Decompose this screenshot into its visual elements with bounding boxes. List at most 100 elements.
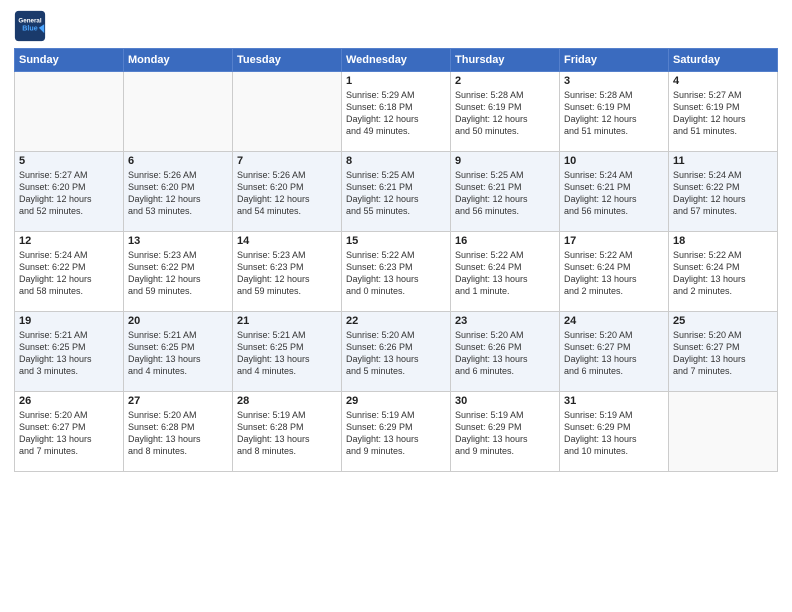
day-number: 20 (128, 315, 228, 327)
day-info: Sunrise: 5:22 AM Sunset: 6:24 PM Dayligh… (564, 249, 664, 298)
calendar-cell: 11Sunrise: 5:24 AM Sunset: 6:22 PM Dayli… (669, 152, 778, 232)
calendar-cell (15, 72, 124, 152)
day-info: Sunrise: 5:27 AM Sunset: 6:19 PM Dayligh… (673, 89, 773, 138)
svg-text:Blue: Blue (22, 24, 37, 32)
day-number: 7 (237, 155, 337, 167)
calendar-header: SundayMondayTuesdayWednesdayThursdayFrid… (15, 49, 778, 72)
day-info: Sunrise: 5:23 AM Sunset: 6:22 PM Dayligh… (128, 249, 228, 298)
day-info: Sunrise: 5:22 AM Sunset: 6:24 PM Dayligh… (455, 249, 555, 298)
day-info: Sunrise: 5:20 AM Sunset: 6:27 PM Dayligh… (19, 409, 119, 458)
calendar-cell: 19Sunrise: 5:21 AM Sunset: 6:25 PM Dayli… (15, 312, 124, 392)
day-number: 1 (346, 75, 446, 87)
day-info: Sunrise: 5:23 AM Sunset: 6:23 PM Dayligh… (237, 249, 337, 298)
weekday-header-tuesday: Tuesday (233, 49, 342, 72)
calendar-week-1: 1 Sunrise: 5:29 AM Sunset: 6:18 PM Daylig… (15, 72, 778, 152)
day-info: Sunrise: 5:22 AM Sunset: 6:23 PM Dayligh… (346, 249, 446, 298)
calendar-table: SundayMondayTuesdayWednesdayThursdayFrid… (14, 48, 778, 472)
day-number: 24 (564, 315, 664, 327)
calendar-cell: 24 Sunrise: 5:20 AM Sunset: 6:27 PM Dayli… (560, 312, 669, 392)
day-number: 4 (673, 75, 773, 87)
day-info: Sunrise: 5:24 AM Sunset: 6:21 PM Dayligh… (564, 169, 664, 218)
calendar-cell: 15 Sunrise: 5:22 AM Sunset: 6:23 PM Dayli… (342, 232, 451, 312)
weekday-header-friday: Friday (560, 49, 669, 72)
calendar-cell: 2 Sunrise: 5:28 AM Sunset: 6:19 PM Daylig… (451, 72, 560, 152)
calendar-cell: 17 Sunrise: 5:22 AM Sunset: 6:24 PM Dayli… (560, 232, 669, 312)
calendar-cell: 7 Sunrise: 5:26 AM Sunset: 6:20 PM Daylig… (233, 152, 342, 232)
day-info: Sunrise: 5:19 AM Sunset: 6:29 PM Dayligh… (455, 409, 555, 458)
calendar-cell: 27Sunrise: 5:20 AM Sunset: 6:28 PM Dayli… (124, 392, 233, 472)
day-number: 5 (19, 155, 119, 167)
day-number: 17 (564, 235, 664, 247)
day-number: 31 (564, 395, 664, 407)
day-number: 13 (128, 235, 228, 247)
day-number: 18 (673, 235, 773, 247)
day-number: 8 (346, 155, 446, 167)
day-info: Sunrise: 5:29 AM Sunset: 6:18 PM Dayligh… (346, 89, 446, 138)
calendar-cell: 6 Sunrise: 5:26 AM Sunset: 6:20 PM Daylig… (124, 152, 233, 232)
day-info: Sunrise: 5:28 AM Sunset: 6:19 PM Dayligh… (564, 89, 664, 138)
day-number: 25 (673, 315, 773, 327)
day-number: 6 (128, 155, 228, 167)
calendar-cell: 21 Sunrise: 5:21 AM Sunset: 6:25 PM Dayli… (233, 312, 342, 392)
header: General Blue (14, 10, 778, 42)
weekday-header-saturday: Saturday (669, 49, 778, 72)
day-number: 21 (237, 315, 337, 327)
calendar-cell: 5 Sunrise: 5:27 AM Sunset: 6:20 PM Daylig… (15, 152, 124, 232)
day-number: 22 (346, 315, 446, 327)
calendar-cell: 12 Sunrise: 5:24 AM Sunset: 6:22 PM Dayli… (15, 232, 124, 312)
weekday-header-monday: Monday (124, 49, 233, 72)
logo-icon: General Blue (14, 10, 46, 42)
calendar-week-3: 12 Sunrise: 5:24 AM Sunset: 6:22 PM Dayli… (15, 232, 778, 312)
day-info: Sunrise: 5:19 AM Sunset: 6:28 PM Dayligh… (237, 409, 337, 458)
day-number: 29 (346, 395, 446, 407)
day-number: 10 (564, 155, 664, 167)
calendar-week-4: 19Sunrise: 5:21 AM Sunset: 6:25 PM Dayli… (15, 312, 778, 392)
calendar-cell: 31 Sunrise: 5:19 AM Sunset: 6:29 PM Dayli… (560, 392, 669, 472)
calendar-week-5: 26 Sunrise: 5:20 AM Sunset: 6:27 PM Dayli… (15, 392, 778, 472)
day-info: Sunrise: 5:21 AM Sunset: 6:25 PM Dayligh… (237, 329, 337, 378)
calendar-cell: 14Sunrise: 5:23 AM Sunset: 6:23 PM Dayli… (233, 232, 342, 312)
calendar-cell: 10 Sunrise: 5:24 AM Sunset: 6:21 PM Dayli… (560, 152, 669, 232)
calendar-week-2: 5 Sunrise: 5:27 AM Sunset: 6:20 PM Daylig… (15, 152, 778, 232)
calendar-body: 1 Sunrise: 5:29 AM Sunset: 6:18 PM Daylig… (15, 72, 778, 472)
calendar-cell: 8 Sunrise: 5:25 AM Sunset: 6:21 PM Daylig… (342, 152, 451, 232)
day-number: 27 (128, 395, 228, 407)
calendar-cell: 4 Sunrise: 5:27 AM Sunset: 6:19 PM Daylig… (669, 72, 778, 152)
day-info: Sunrise: 5:20 AM Sunset: 6:27 PM Dayligh… (564, 329, 664, 378)
day-number: 15 (346, 235, 446, 247)
calendar-cell: 18 Sunrise: 5:22 AM Sunset: 6:24 PM Dayli… (669, 232, 778, 312)
day-info: Sunrise: 5:26 AM Sunset: 6:20 PM Dayligh… (128, 169, 228, 218)
day-info: Sunrise: 5:26 AM Sunset: 6:20 PM Dayligh… (237, 169, 337, 218)
logo: General Blue (14, 10, 50, 42)
day-number: 16 (455, 235, 555, 247)
calendar-cell: 29Sunrise: 5:19 AM Sunset: 6:29 PM Dayli… (342, 392, 451, 472)
calendar-cell: 26 Sunrise: 5:20 AM Sunset: 6:27 PM Dayli… (15, 392, 124, 472)
day-number: 3 (564, 75, 664, 87)
day-info: Sunrise: 5:24 AM Sunset: 6:22 PM Dayligh… (673, 169, 773, 218)
day-info: Sunrise: 5:20 AM Sunset: 6:26 PM Dayligh… (346, 329, 446, 378)
calendar-cell: 28 Sunrise: 5:19 AM Sunset: 6:28 PM Dayli… (233, 392, 342, 472)
day-info: Sunrise: 5:25 AM Sunset: 6:21 PM Dayligh… (346, 169, 446, 218)
calendar-cell: 30Sunrise: 5:19 AM Sunset: 6:29 PM Dayli… (451, 392, 560, 472)
day-info: Sunrise: 5:21 AM Sunset: 6:25 PM Dayligh… (19, 329, 119, 378)
day-info: Sunrise: 5:19 AM Sunset: 6:29 PM Dayligh… (564, 409, 664, 458)
calendar-cell: 13 Sunrise: 5:23 AM Sunset: 6:22 PM Dayli… (124, 232, 233, 312)
day-number: 2 (455, 75, 555, 87)
day-number: 23 (455, 315, 555, 327)
day-info: Sunrise: 5:24 AM Sunset: 6:22 PM Dayligh… (19, 249, 119, 298)
day-number: 26 (19, 395, 119, 407)
day-info: Sunrise: 5:27 AM Sunset: 6:20 PM Dayligh… (19, 169, 119, 218)
calendar-cell: 22 Sunrise: 5:20 AM Sunset: 6:26 PM Dayli… (342, 312, 451, 392)
day-info: Sunrise: 5:28 AM Sunset: 6:19 PM Dayligh… (455, 89, 555, 138)
day-info: Sunrise: 5:22 AM Sunset: 6:24 PM Dayligh… (673, 249, 773, 298)
calendar-cell: 23Sunrise: 5:20 AM Sunset: 6:26 PM Dayli… (451, 312, 560, 392)
weekday-header-wednesday: Wednesday (342, 49, 451, 72)
calendar-cell (124, 72, 233, 152)
calendar-cell (233, 72, 342, 152)
day-number: 12 (19, 235, 119, 247)
calendar-cell (669, 392, 778, 472)
day-number: 28 (237, 395, 337, 407)
day-info: Sunrise: 5:21 AM Sunset: 6:25 PM Dayligh… (128, 329, 228, 378)
day-info: Sunrise: 5:20 AM Sunset: 6:27 PM Dayligh… (673, 329, 773, 378)
weekday-row: SundayMondayTuesdayWednesdayThursdayFrid… (15, 49, 778, 72)
